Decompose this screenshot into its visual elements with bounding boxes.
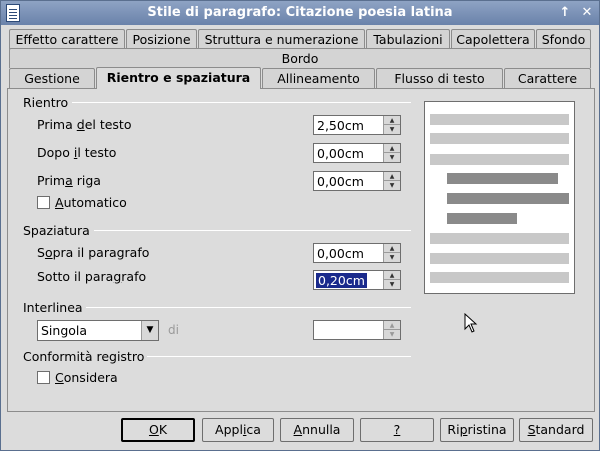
automatico-label[interactable]: Automatico [55, 195, 127, 210]
preview-line [430, 154, 569, 165]
prima-riga-stepper[interactable]: 0,00cm ▲ ▼ [313, 171, 401, 191]
mouse-cursor-icon [464, 313, 478, 333]
tab-carattere[interactable]: Carattere [504, 68, 591, 88]
help-button[interactable]: ? [360, 418, 434, 442]
stepper-arrows[interactable]: ▲ ▼ [383, 172, 400, 190]
conformita-divider [147, 356, 411, 357]
tab-tabulazioni[interactable]: Tabulazioni [366, 29, 450, 49]
sotto-paragrafo-stepper[interactable]: 0,20cm ▲ ▼ [313, 270, 401, 290]
tab-allineamento[interactable]: Allineamento [262, 68, 375, 88]
spin-up-icon[interactable]: ▲ [384, 116, 400, 125]
preview-line [430, 133, 569, 144]
sopra-paragrafo-value[interactable]: 0,00cm [317, 246, 364, 261]
standard-button[interactable]: Standard [519, 418, 593, 442]
preview-line [430, 233, 569, 244]
tab-bordo[interactable]: Bordo [9, 48, 591, 68]
spin-up-icon[interactable]: ▲ [384, 172, 400, 181]
preview-line [430, 114, 569, 125]
di-label: di [168, 323, 179, 337]
dopo-il-testo-label: Dopo il testo [37, 145, 117, 160]
stepper-arrows[interactable]: ▲ ▼ [383, 321, 400, 339]
tab-posizione[interactable]: Posizione [126, 29, 197, 49]
rientro-group-title: Rientro [23, 95, 69, 110]
prima-del-testo-value[interactable]: 2,50cm [317, 118, 364, 133]
stepper-arrows[interactable]: ▲ ▼ [383, 116, 400, 134]
automatico-checkbox[interactable] [37, 196, 50, 209]
rientro-divider [72, 102, 411, 103]
tab-flusso-di-testo[interactable]: Flusso di testo [376, 68, 503, 88]
sopra-paragrafo-stepper[interactable]: 0,00cm ▲ ▼ [313, 243, 401, 263]
spin-down-icon[interactable]: ▼ [384, 181, 400, 190]
spin-down-icon[interactable]: ▼ [384, 280, 400, 289]
sopra-paragrafo-label: Sopra il paragrafo [37, 245, 150, 260]
spin-up-icon[interactable]: ▲ [384, 321, 400, 330]
spin-down-icon[interactable]: ▼ [384, 153, 400, 162]
considera-checkbox[interactable] [37, 371, 50, 384]
tab-capolettera[interactable]: Capolettera [451, 29, 535, 49]
spaziatura-divider [94, 230, 411, 231]
stepper-arrows[interactable]: ▲ ▼ [383, 271, 400, 289]
chevron-down-icon[interactable]: ▼ [141, 321, 158, 340]
interlinea-selected[interactable]: Singola [41, 323, 87, 338]
preview-line-current [447, 173, 558, 184]
spin-up-icon[interactable]: ▲ [384, 244, 400, 253]
paragraph-style-dialog: Stile di paragrafo: Citazione poesia lat… [0, 0, 600, 451]
spin-down-icon[interactable]: ▼ [384, 330, 400, 339]
shade-up-icon[interactable]: ↑ [556, 4, 574, 22]
applica-button[interactable]: Applica [202, 418, 274, 442]
spin-down-icon[interactable]: ▼ [384, 125, 400, 134]
sotto-paragrafo-label: Sotto il paragrafo [37, 269, 147, 284]
preview-line [430, 272, 569, 283]
paragraph-preview [424, 101, 575, 294]
preview-line-current [447, 193, 569, 204]
stepper-arrows[interactable]: ▲ ▼ [383, 144, 400, 162]
spaziatura-group-title: Spaziatura [23, 223, 90, 238]
interlinea-value-stepper[interactable]: ▲ ▼ [313, 320, 401, 340]
prima-riga-value[interactable]: 0,00cm [317, 174, 364, 189]
close-icon[interactable]: ✕ [578, 4, 596, 22]
interlinea-divider [86, 307, 411, 308]
interlinea-group-title: Interlinea [23, 300, 83, 315]
preview-line [430, 253, 569, 264]
spin-up-icon[interactable]: ▲ [384, 144, 400, 153]
title-bar[interactable]: Stile di paragrafo: Citazione poesia lat… [1, 1, 599, 25]
spin-down-icon[interactable]: ▼ [384, 253, 400, 262]
spin-up-icon[interactable]: ▲ [384, 271, 400, 280]
prima-riga-label: Prima riga [37, 173, 101, 188]
dopo-il-testo-stepper[interactable]: 0,00cm ▲ ▼ [313, 143, 401, 163]
prima-del-testo-stepper[interactable]: 2,50cm ▲ ▼ [313, 115, 401, 135]
tab-effetto-carattere[interactable]: Effetto carattere [9, 29, 125, 49]
tab-struttura-numerazione[interactable]: Struttura e numerazione [198, 29, 365, 49]
tab-gestione[interactable]: Gestione [9, 68, 95, 88]
conformita-group-title: Conformità registro [23, 349, 145, 364]
sotto-paragrafo-value[interactable]: 0,20cm [316, 273, 367, 288]
tab-sfondo[interactable]: Sfondo [536, 29, 591, 49]
window-title: Stile di paragrafo: Citazione poesia lat… [147, 5, 453, 20]
tab-rientro-spaziatura[interactable]: Rientro e spaziatura [96, 67, 261, 89]
dopo-il-testo-value[interactable]: 0,00cm [317, 146, 364, 161]
preview-line-current [447, 213, 517, 224]
considera-label[interactable]: Considera [55, 370, 118, 385]
annulla-button[interactable]: Annulla [280, 418, 354, 442]
prima-del-testo-label: Prima del testo [37, 117, 132, 132]
interlinea-dropdown[interactable]: Singola ▼ [37, 320, 159, 341]
ripristina-button[interactable]: Ripristina [440, 418, 514, 442]
ok-button[interactable]: OK [121, 418, 195, 442]
stepper-arrows[interactable]: ▲ ▼ [383, 244, 400, 262]
